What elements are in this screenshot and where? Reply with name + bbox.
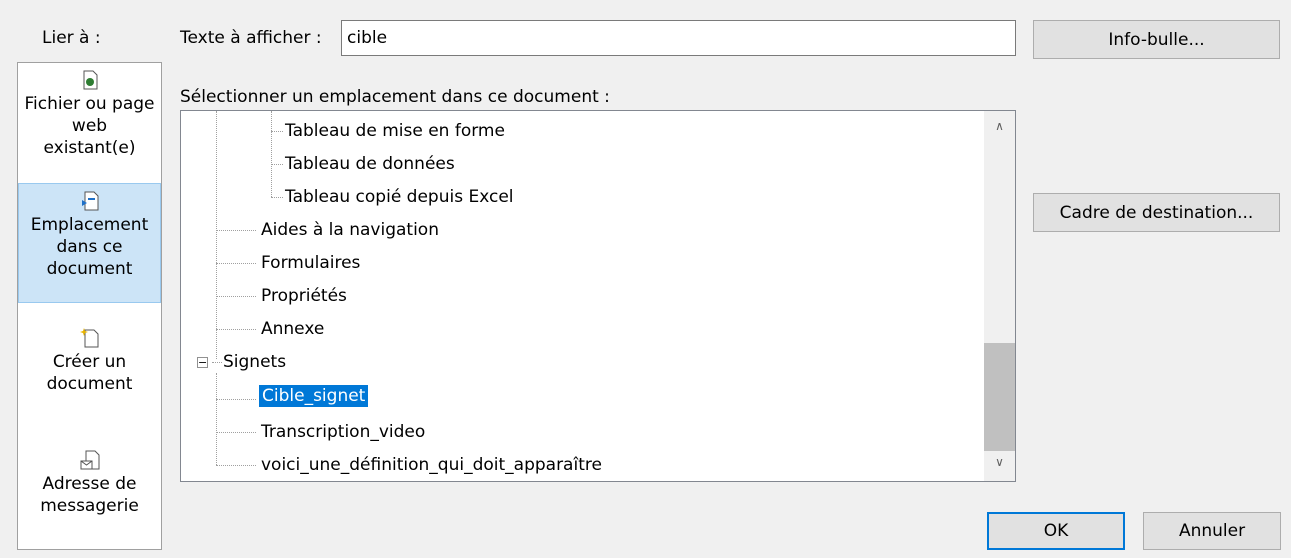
nav-create-document-label: Créer un document (46, 352, 133, 394)
nav-existing-file-label: Fichier ou page web existant(e) (24, 94, 155, 158)
tree-connector-line (216, 230, 256, 231)
link-to-label: Lier à : (42, 28, 101, 48)
tree-item[interactable]: Tableau de mise en forme (285, 120, 505, 142)
tree-connector-line (216, 329, 256, 330)
tree-connector-line (216, 263, 256, 264)
tree-connector-line (216, 296, 256, 297)
tree-item[interactable]: Signets (223, 351, 286, 373)
text-to-display-input[interactable] (341, 20, 1016, 56)
tree-connector-line (216, 432, 256, 433)
tree-item[interactable]: Aides à la navigation (261, 219, 439, 241)
tree-item[interactable]: Tableau de données (285, 153, 455, 175)
tree-item[interactable]: Annexe (261, 318, 324, 340)
scroll-down-icon[interactable]: ∨ (984, 455, 1015, 469)
existing-file-icon (83, 70, 97, 90)
place-in-document-icon (81, 191, 98, 211)
screen-tip-button[interactable]: Info-bulle... (1033, 20, 1280, 59)
tree-item-selected[interactable]: Cible_signet (259, 385, 369, 407)
link-type-panel: Fichier ou page web existant(e) Emplacem… (17, 62, 162, 550)
target-frame-button[interactable]: Cadre de destination... (1033, 193, 1280, 232)
tree-item[interactable]: Tableau copié depuis Excel (285, 186, 514, 208)
new-document-icon (79, 328, 98, 348)
nav-create-document[interactable]: Créer un document (18, 321, 161, 437)
nav-email-address-label: Adresse de messagerie (40, 474, 139, 516)
text-to-display-label: Texte à afficher : (180, 28, 322, 48)
tree-item[interactable]: voici_une_définition_qui_doit_apparaître (261, 454, 602, 476)
tree-connector-line (271, 131, 283, 132)
tree-connector-line (216, 111, 217, 359)
tree-item[interactable]: Formulaires (261, 252, 360, 274)
tree-connector-line (216, 465, 256, 466)
cancel-button[interactable]: Annuler (1143, 512, 1281, 550)
tree-item[interactable]: Transcription_video (261, 421, 425, 443)
tree-connector-line (216, 399, 256, 400)
email-address-icon (80, 450, 99, 470)
tree-connector-line (271, 111, 272, 197)
nav-email-address[interactable]: Adresse de messagerie (18, 443, 161, 549)
select-location-label: Sélectionner un emplacement dans ce docu… (180, 87, 610, 107)
location-tree[interactable]: Tableau de mise en forme Tableau de donn… (180, 110, 1016, 482)
ok-button[interactable]: OK (987, 512, 1125, 550)
nav-existing-file[interactable]: Fichier ou page web existant(e) (18, 67, 161, 181)
tree-connector-line (212, 362, 222, 363)
scrollbar-thumb[interactable] (984, 343, 1015, 451)
tree-connector-line (271, 164, 283, 165)
tree-connector-line (216, 373, 217, 465)
collapse-icon[interactable]: − (197, 357, 208, 368)
nav-place-in-document[interactable]: Emplacement dans ce document (18, 183, 161, 303)
scroll-up-icon[interactable]: ∧ (984, 119, 1015, 133)
nav-place-in-document-label: Emplacement dans ce document (30, 215, 149, 279)
tree-item[interactable]: Propriétés (261, 285, 347, 307)
tree-connector-line (271, 197, 283, 198)
